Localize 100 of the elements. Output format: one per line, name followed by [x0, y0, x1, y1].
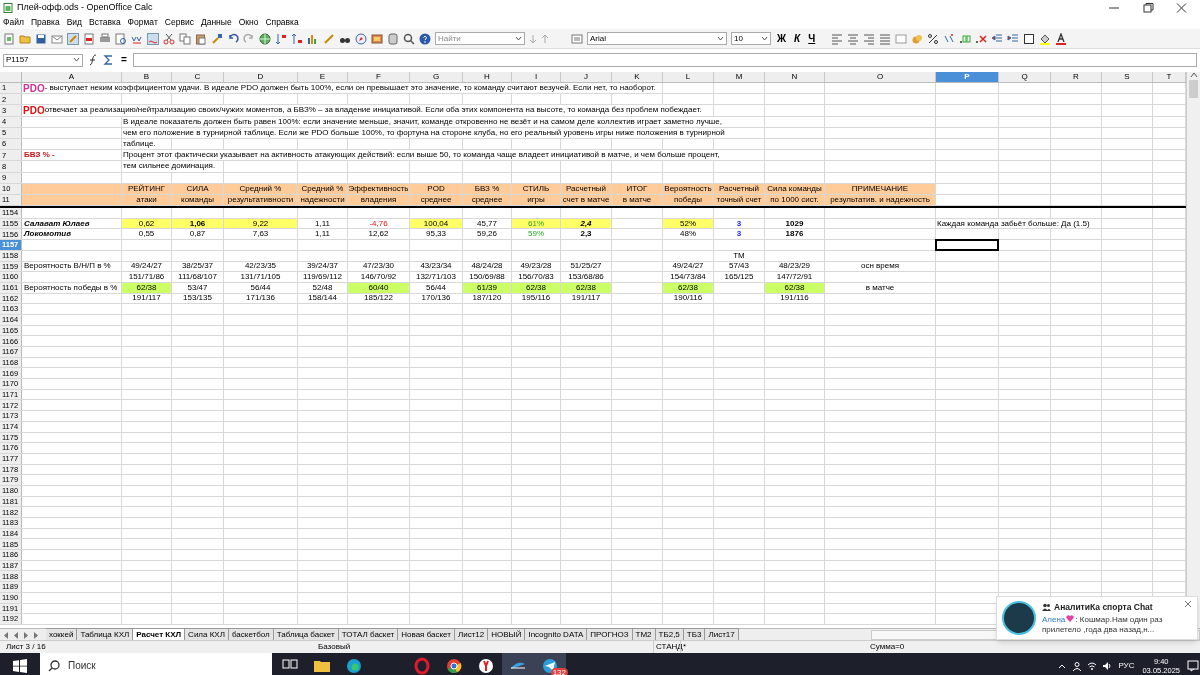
bar-chart-icon[interactable] — [307, 32, 319, 45]
sheet-tab[interactable]: Новая баскет — [398, 628, 455, 640]
brush-icon[interactable] — [211, 32, 223, 45]
wifi-icon[interactable] — [1087, 660, 1098, 671]
magnifier-icon[interactable] — [403, 32, 415, 45]
align-center-icon[interactable] — [847, 32, 860, 45]
justify-icon[interactable] — [879, 32, 892, 45]
font-color-icon[interactable] — [1055, 32, 1068, 45]
remove-decimal-icon[interactable] — [975, 32, 988, 45]
vertical-scrollbar[interactable] — [1186, 72, 1200, 628]
menu-item[interactable]: Правка — [30, 16, 60, 29]
menu-item[interactable]: Файл — [3, 16, 24, 29]
table-cell: в матче — [865, 283, 895, 292]
globe-icon[interactable] — [259, 32, 271, 45]
function-wizard-icon[interactable] — [87, 54, 99, 66]
decrease-indent-icon[interactable] — [991, 32, 1004, 45]
underline-button[interactable]: Ч — [806, 33, 818, 44]
find-field[interactable]: Найти — [435, 32, 525, 45]
sheet-tab[interactable]: Таблица КХЛ — [77, 628, 134, 640]
formula-button[interactable]: = — [119, 55, 129, 65]
column-header[interactable]: C — [172, 72, 224, 82]
notification-icon[interactable] — [1186, 659, 1200, 672]
menu-item[interactable]: Данные — [200, 16, 232, 29]
increase-indent-icon[interactable] — [1007, 32, 1020, 45]
menu-item[interactable]: Справка — [265, 16, 299, 29]
menu-item[interactable]: Окно — [238, 16, 259, 29]
styles-icon[interactable] — [571, 32, 583, 45]
auto-spell-check-icon[interactable] — [147, 32, 159, 45]
font-name-field[interactable]: Arial — [587, 32, 727, 45]
sheet-tab[interactable]: Incognito DATA — [525, 628, 588, 640]
undo-icon[interactable] — [227, 32, 239, 45]
column-header[interactable]: E — [298, 72, 348, 82]
sheet-number: Лист 3 / 16 — [5, 641, 47, 653]
pdf-icon[interactable] — [83, 32, 95, 45]
menu-item[interactable]: Сервис — [164, 16, 194, 29]
column-header[interactable]: F — [348, 72, 410, 82]
scissors-icon[interactable] — [163, 32, 175, 45]
taskbar-search-field[interactable]: Поиск — [40, 653, 272, 675]
new-document-icon[interactable] — [3, 32, 15, 45]
sheet-tab[interactable]: Лист12 — [454, 628, 489, 640]
printer-icon[interactable] — [99, 32, 111, 45]
sheet-tab[interactable]: Расчет КХЛ — [133, 628, 186, 640]
help-icon[interactable] — [419, 32, 431, 45]
column-header[interactable]: G — [410, 72, 463, 82]
column-header[interactable]: R — [1051, 72, 1102, 82]
sheet-tab[interactable]: хоккей — [46, 628, 78, 640]
menu-item[interactable]: Формат — [127, 16, 158, 29]
sheet-tab[interactable]: Таблица баскет — [273, 628, 339, 640]
align-right-icon[interactable] — [863, 32, 876, 45]
add-decimal-icon[interactable] — [959, 32, 972, 45]
sheet-tab[interactable]: ПРОГНОЗ — [587, 628, 633, 640]
column-header[interactable]: B — [122, 72, 172, 82]
column-header[interactable]: S — [1102, 72, 1153, 82]
close-icon[interactable] — [1184, 600, 1192, 608]
pencil-icon[interactable] — [67, 32, 79, 45]
person-icon[interactable] — [1072, 660, 1083, 671]
paint-bucket-icon[interactable] — [1039, 32, 1052, 45]
sheet-tab[interactable]: ТМ2 — [632, 628, 656, 640]
envelope-icon[interactable] — [51, 32, 63, 45]
formula-input-field[interactable] — [132, 53, 1197, 67]
sort-descending-icon[interactable] — [291, 32, 303, 45]
notification-popup[interactable]: АналитиКа спорта Chat Алена : Кошмар.Нам один раз прилетело ,года два назад,н... — [996, 596, 1198, 640]
sheet-tab[interactable]: ТБ2,5 — [655, 628, 684, 640]
column-header[interactable]: Q — [999, 72, 1051, 82]
merge-cells-icon[interactable] — [895, 32, 908, 45]
copy-icon[interactable] — [179, 32, 191, 45]
italic-button[interactable]: К — [792, 33, 803, 44]
column-header[interactable]: N — [765, 72, 825, 82]
table-cell: 171/136 — [246, 294, 275, 303]
page-preview-icon[interactable] — [115, 32, 127, 45]
column-header[interactable]: K — [612, 72, 663, 82]
sheet-tab[interactable]: ТОТАЛ баскет — [338, 628, 399, 640]
sheet-tab[interactable]: Сила КХЛ — [185, 628, 229, 640]
column-header[interactable]: A — [22, 72, 122, 82]
opera-icon[interactable] — [412, 655, 432, 675]
align-left-icon[interactable] — [831, 32, 844, 45]
column-header[interactable]: H — [463, 72, 512, 82]
language-indicator[interactable]: РУС — [1118, 659, 1143, 672]
name-box[interactable]: P1157 — [3, 53, 83, 67]
scrollbar-thumb[interactable] — [1189, 80, 1198, 98]
column-header[interactable]: I — [512, 72, 561, 82]
menu-item[interactable]: Вставка — [89, 16, 121, 29]
column-header[interactable]: J — [561, 72, 612, 82]
sheet-tab[interactable]: баскетбол — [228, 628, 274, 640]
sheet-tab[interactable]: Лист17 — [705, 628, 739, 640]
sort-ascending-icon[interactable] — [275, 32, 287, 45]
column-header[interactable]: D — [224, 72, 298, 82]
font-size-field[interactable]: 10 — [731, 32, 771, 45]
sheet-tab[interactable]: НОВЫЙ — [488, 628, 526, 640]
percent-icon[interactable] — [927, 32, 940, 45]
sheet-tab[interactable]: ТБ3 — [683, 628, 706, 640]
paste-icon[interactable] — [195, 32, 207, 45]
bold-button[interactable]: Ж — [775, 33, 789, 44]
menu-item[interactable]: Вид — [66, 16, 82, 29]
borders-icon[interactable] — [1023, 32, 1036, 45]
speaker-icon[interactable] — [1102, 660, 1113, 671]
sum-icon[interactable] — [103, 54, 115, 66]
column-header[interactable]: M — [714, 72, 765, 82]
column-header[interactable]: L — [663, 72, 714, 82]
gallery-icon[interactable] — [371, 32, 383, 45]
